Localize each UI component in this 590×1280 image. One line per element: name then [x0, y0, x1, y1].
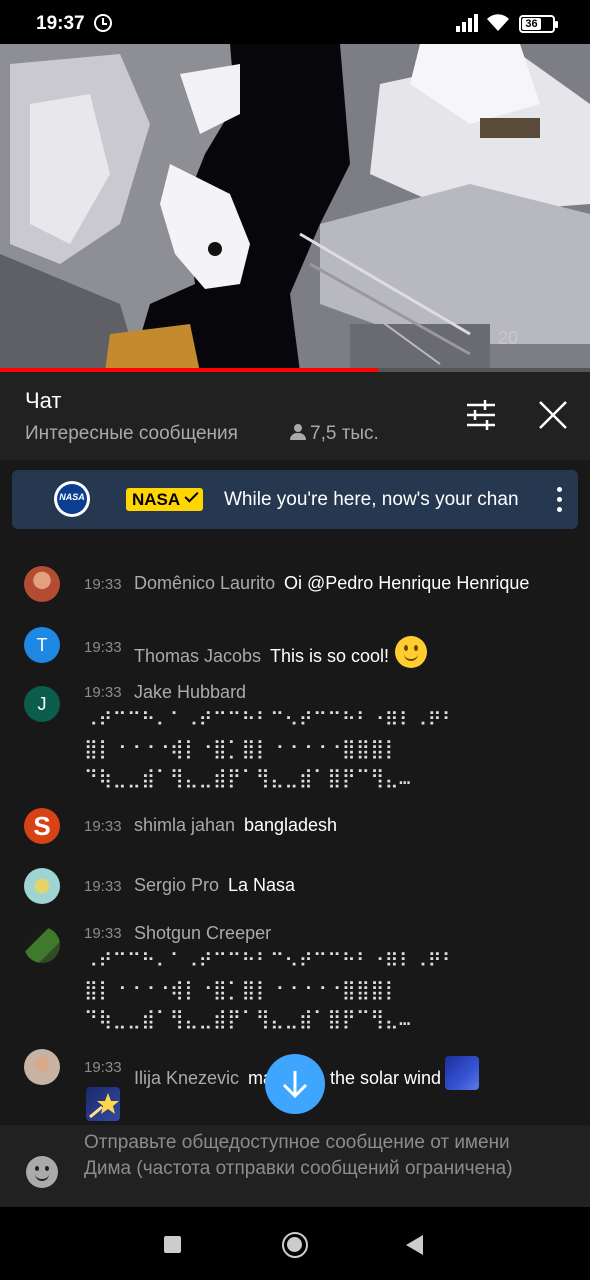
avatar[interactable]: T [24, 627, 60, 663]
message-line: ⠙⢷⣀⣀⣾⠁⢻⣄⣀⣾⡟⠁⢻⣄⣀⣾⠁⣿⡟⠉⢻⣄… [84, 767, 411, 789]
battery-level: 36 [522, 18, 541, 30]
alarm-icon [94, 14, 112, 32]
message-line: ⠠⠞⠉⠉⠓⠄⠁⠠⠞⠉⠉⠓⠃⠉⠢⠞⠉⠉⠓⠃⠐⠿⠇⠠⠟⠃ [84, 950, 457, 972]
message-author[interactable]: Jake Hubbard [134, 682, 246, 702]
message-text: bangladesh [243, 815, 338, 835]
video-frame: 20 [0, 44, 590, 372]
emoji-icon[interactable] [26, 1156, 58, 1188]
check-icon [184, 488, 199, 503]
wifi-icon [487, 14, 509, 31]
more-options-icon[interactable] [552, 487, 568, 513]
message-text: This is so cool! [269, 646, 389, 666]
avatar[interactable]: J [24, 686, 60, 722]
signal-icon [456, 14, 480, 32]
message-time: 19:33 [84, 1059, 122, 1076]
chat-header: Чат Интересные сообщения 7,5 тыс. [0, 372, 590, 460]
chat-filter-dropdown[interactable]: Интересные сообщения [25, 423, 238, 445]
avatar[interactable] [24, 868, 60, 904]
chat-title: Чат [25, 388, 62, 413]
battery-icon: 36 [519, 15, 558, 33]
pinned-message[interactable]: NASA NASA While you're here, now's your … [12, 470, 578, 529]
recent-apps-icon[interactable] [164, 1236, 181, 1253]
video-watermark: 20 [498, 328, 518, 348]
verified-author-badge[interactable]: NASA [126, 488, 204, 511]
message-text: Oi @Pedro Henrique Henrique [283, 573, 530, 593]
message-line: ⠠⠞⠉⠉⠓⠄⠁⠠⠞⠉⠉⠓⠃⠉⠢⠞⠉⠉⠓⠃⠐⠿⠇⠠⠟⠃ [84, 709, 457, 731]
smiling-face-emoji [395, 636, 427, 668]
message-author[interactable]: Domênico Laurito [134, 573, 275, 593]
message-author[interactable]: Sergio Pro [134, 875, 219, 895]
settings-icon[interactable] [465, 400, 497, 430]
viewer-count: 7,5 тыс. [290, 423, 379, 445]
avatar[interactable]: S [24, 808, 60, 844]
avatar-letter: S [33, 811, 51, 841]
viewer-count-text: 7,5 тыс. [310, 423, 379, 444]
message-time: 19:33 [84, 818, 122, 835]
message-text: ⠠⠞⠉⠉⠓⠄⠁⠠⠞⠉⠉⠓⠃⠉⠢⠞⠉⠉⠓⠃⠐⠿⠇⠠⠟⠃ ⣿⡇⠐⠐⠐⠐⢾⡇⠐⣿⡁⣿⡇⠐… [84, 706, 456, 793]
pinned-badge-label: NASA [132, 490, 181, 509]
scroll-down-button[interactable] [265, 1054, 325, 1114]
system-nav-bar [0, 1207, 590, 1280]
chat-message-list[interactable]: NASA NASA While you're here, now's your … [0, 460, 590, 1125]
message-author[interactable]: Ilija Knezevic [134, 1068, 239, 1088]
nasa-logo: NASA [54, 481, 90, 517]
chat-input-bar: Отправьте общедоступное сообщение от име… [0, 1125, 590, 1207]
person-icon [290, 424, 306, 440]
arrow-down-icon [282, 1071, 308, 1099]
message-author[interactable]: Shotgun Creeper [134, 923, 271, 943]
shooting-star-sticker [86, 1087, 120, 1121]
avatar[interactable] [24, 1049, 60, 1085]
avatar[interactable] [24, 927, 60, 963]
message-line: ⣿⡇⠐⠐⠐⠐⢾⡇⠐⣿⡁⣿⡇⠐⠐⠐⠐⠐⣿⣿⣿⡇ [84, 738, 399, 760]
home-icon[interactable] [282, 1232, 308, 1258]
chat-message-input[interactable]: Отправьте общедоступное сообщение от име… [84, 1130, 544, 1182]
back-icon[interactable] [406, 1235, 423, 1255]
message-line: ⣿⡇⠐⠐⠐⠐⢾⡇⠐⣿⡁⣿⡇⠐⠐⠐⠐⠐⣿⣿⣿⡇ [84, 979, 399, 1001]
message-time: 19:33 [84, 639, 122, 656]
status-time: 19:37 [36, 13, 85, 34]
video-player[interactable]: 20 [0, 44, 590, 372]
message-time: 19:33 [84, 925, 122, 942]
message-author[interactable]: shimla jahan [134, 815, 235, 835]
message-author[interactable]: Thomas Jacobs [134, 646, 261, 666]
nasa-logo-text: NASA [59, 492, 85, 502]
message-time: 19:33 [84, 878, 122, 895]
status-bar: 19:37 36 [0, 0, 590, 44]
message-time: 19:33 [84, 576, 122, 593]
eu-flag-sticker [445, 1056, 480, 1090]
message-text: La Nasa [227, 875, 295, 895]
message-text: ⠠⠞⠉⠉⠓⠄⠁⠠⠞⠉⠉⠓⠃⠉⠢⠞⠉⠉⠓⠃⠐⠿⠇⠠⠟⠃ ⣿⡇⠐⠐⠐⠐⢾⡇⠐⣿⡁⣿⡇⠐… [84, 947, 456, 1034]
close-icon[interactable] [536, 398, 570, 432]
message-time: 19:33 [84, 684, 122, 701]
avatar[interactable] [24, 566, 60, 602]
message-line: ⠙⢷⣀⣀⣾⠁⢻⣄⣀⣾⡟⠁⢻⣄⣀⣾⠁⣿⡟⠉⢻⣄… [84, 1008, 411, 1030]
pinned-message-text: While you're here, now's your chance [224, 489, 518, 510]
